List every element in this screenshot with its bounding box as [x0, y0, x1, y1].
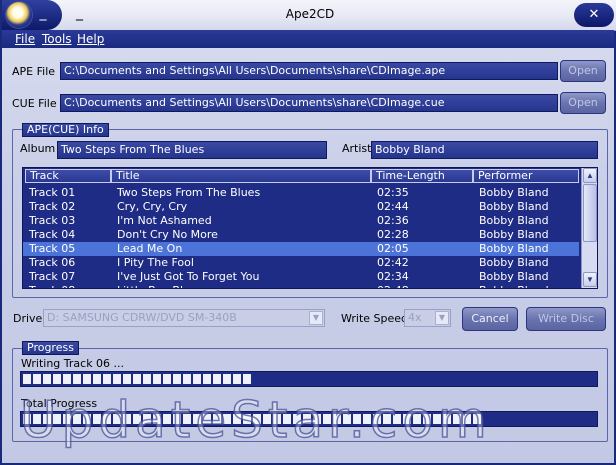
track-row[interactable]: Track 02 Cry, Cry, Cry 02:44 Bobby Bland: [23, 200, 579, 214]
menu-file[interactable]: File: [15, 32, 35, 46]
track-list-header: Track Title Time-Length Performer: [23, 168, 581, 184]
column-header-track[interactable]: Track: [25, 169, 111, 183]
track-list-scrollbar[interactable]: ▲ ▼: [581, 168, 597, 288]
scroll-up-arrow-icon[interactable]: ▲: [583, 168, 597, 183]
track-number-cell: Track 01: [29, 186, 76, 199]
track-title-cell: I've Just Got To Forget You: [117, 270, 260, 283]
track-progress-bar: [20, 371, 598, 387]
write-speed-dropdown-arrow-icon[interactable]: ▼: [435, 311, 449, 325]
cue-file-path-field[interactable]: C:\Documents and Settings\All Users\Docu…: [60, 94, 558, 112]
watermark-text: UpdateStar.com: [19, 390, 492, 450]
track-title-cell: Two Steps From The Blues: [117, 186, 261, 199]
track-time-cell: 02:05: [377, 242, 409, 255]
track-title-cell: Cry, Cry, Cry: [117, 200, 188, 213]
track-time-cell: 02:44: [377, 200, 409, 213]
track-title-cell: Don't Cry No More: [117, 228, 218, 241]
track-number-cell: Track 04: [29, 228, 76, 241]
track-number-cell: Track 06: [29, 256, 76, 269]
progress-group-title: Progress: [22, 341, 79, 355]
track-performer-cell: Bobby Bland: [479, 242, 549, 255]
column-header-title[interactable]: Title: [111, 169, 371, 183]
artist-field[interactable]: Bobby Bland: [371, 141, 598, 159]
track-performer-cell: Bobby Bland: [479, 200, 549, 213]
menu-tools[interactable]: Tools: [42, 32, 72, 46]
track-performer-cell: Bobby Bland: [479, 186, 549, 199]
menu-help[interactable]: Help: [77, 32, 104, 46]
track-progress-fill: [23, 374, 253, 384]
track-performer-cell: Bobby Bland: [479, 284, 549, 288]
track-performer-cell: Bobby Bland: [479, 270, 549, 283]
track-title-cell: I'm Not Ashamed: [117, 214, 212, 227]
track-row[interactable]: Track 04 Don't Cry No More 02:28 Bobby Blan…: [23, 228, 579, 242]
drive-select-value: D: SAMSUNG CDRW/DVD SM-340B: [47, 311, 237, 324]
track-time-cell: 02:36: [377, 214, 409, 227]
track-performer-cell: Bobby Bland: [479, 214, 549, 227]
drive-select[interactable]: D: SAMSUNG CDRW/DVD SM-340B ▼: [43, 309, 325, 327]
track-title-cell: I Pity The Fool: [117, 256, 194, 269]
track-time-cell: 02:34: [377, 270, 409, 283]
album-label: Album: [20, 142, 56, 155]
progress-status-text: Writing Track 06 ...: [21, 357, 125, 370]
album-field[interactable]: Two Steps From The Blues: [57, 141, 327, 159]
track-row[interactable]: Track 07 I've Just Got To Forget You 02:34…: [23, 270, 579, 284]
column-header-time-length[interactable]: Time-Length: [371, 169, 473, 183]
track-row[interactable]: Track 03 I'm Not Ashamed 02:36 Bobby Bland: [23, 214, 579, 228]
track-performer-cell: Bobby Bland: [479, 256, 549, 269]
track-number-cell: Track 07: [29, 270, 76, 283]
track-time-cell: 02:42: [377, 256, 409, 269]
close-button[interactable]: ✕: [574, 3, 614, 27]
track-row[interactable]: Track 05 Lead Me On 02:05 Bobby Bland: [23, 242, 579, 256]
write-speed-value: 4x: [408, 311, 422, 324]
write-speed-select[interactable]: 4x ▼: [404, 309, 451, 327]
track-time-cell: 02:35: [377, 186, 409, 199]
track-time-cell: 02:28: [377, 228, 409, 241]
track-time-cell: 02:48: [377, 284, 409, 288]
cue-open-button[interactable]: Open: [560, 92, 606, 114]
track-row[interactable]: Track 08 Little Boy Blue 02:48 Bobby Bland: [23, 284, 579, 288]
write-speed-label: Write Speed: [341, 312, 409, 325]
artist-label: Artist: [342, 142, 372, 155]
menu-bar: File Tools Help: [2, 30, 614, 48]
track-title-cell: Lead Me On: [117, 242, 183, 255]
track-number-cell: Track 02: [29, 200, 76, 213]
app-window: _ _ Ape2CD ✕ File Tools Help APE File C:…: [0, 0, 616, 465]
drive-label: Drive: [13, 312, 43, 325]
write-disc-button[interactable]: Write Disc: [526, 307, 606, 331]
ape-file-path-field[interactable]: C:\Documents and Settings\All Users\Docu…: [60, 62, 558, 80]
scroll-down-arrow-icon[interactable]: ▼: [583, 272, 597, 287]
ape-open-button[interactable]: Open: [560, 60, 606, 82]
track-number-cell: Track 03: [29, 214, 76, 227]
ape-cue-info-title: APE(CUE) Info: [22, 123, 109, 137]
track-list[interactable]: Track Title Time-Length Performer Track …: [22, 167, 598, 289]
cancel-button[interactable]: Cancel: [462, 307, 518, 331]
track-row[interactable]: Track 06 I Pity The Fool 02:42 Bobby Bland: [23, 256, 579, 270]
window-title: Ape2CD: [285, 7, 335, 21]
cue-file-label: CUE File: [12, 97, 57, 110]
track-title-cell: Little Boy Blue: [117, 284, 197, 288]
track-row[interactable]: Track 01 Two Steps From The Blues 02:35 Bob…: [23, 186, 579, 200]
drive-dropdown-arrow-icon[interactable]: ▼: [309, 311, 323, 325]
title-bar: _ _ Ape2CD ✕: [2, 0, 616, 31]
track-number-cell: Track 08: [29, 284, 75, 288]
track-number-cell: Track 05: [29, 242, 76, 255]
ape-file-label: APE File: [12, 65, 56, 78]
track-performer-cell: Bobby Bland: [479, 228, 549, 241]
scroll-thumb[interactable]: [583, 184, 597, 242]
column-header-performer[interactable]: Performer: [473, 169, 579, 183]
